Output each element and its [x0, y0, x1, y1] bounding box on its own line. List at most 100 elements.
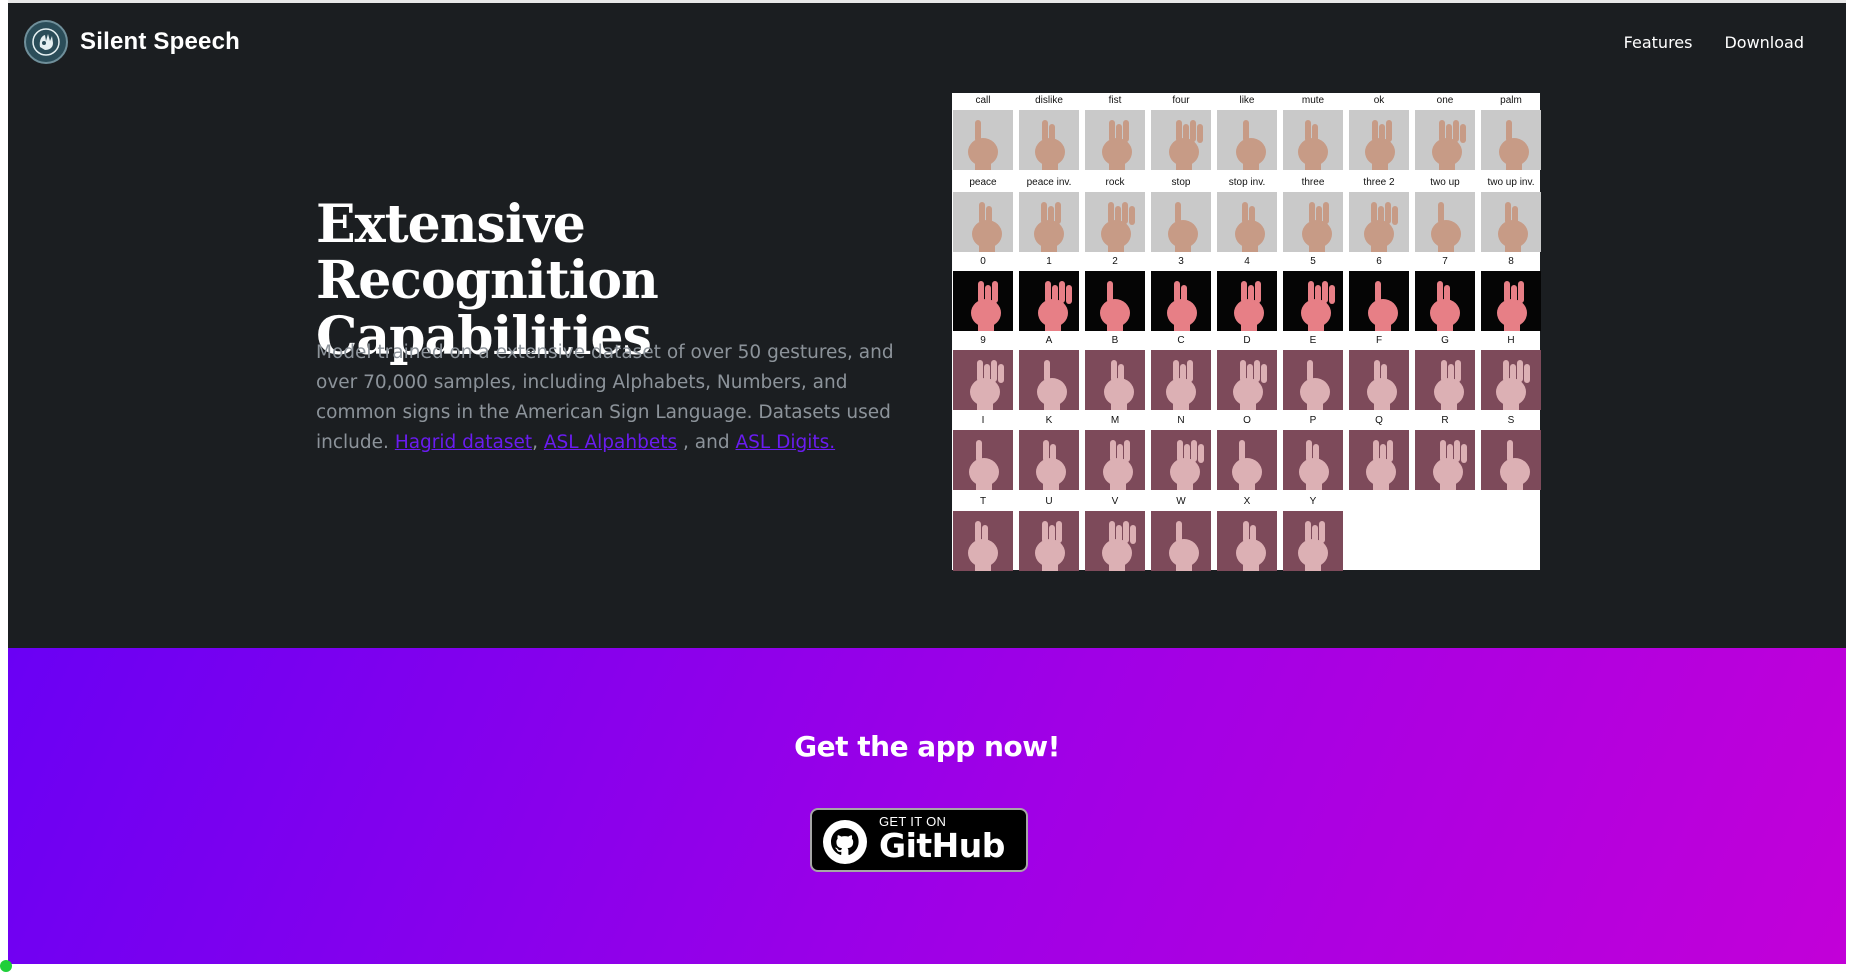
gesture-label: three 2: [1363, 177, 1395, 188]
gesture-label: G: [1441, 335, 1449, 346]
hand-photo: [1085, 511, 1145, 571]
gesture-label: two up inv.: [1487, 177, 1535, 188]
gesture-label: A: [1045, 335, 1053, 346]
hand-photo: [1085, 271, 1145, 331]
gesture-label: V: [1111, 496, 1119, 507]
hagrid-dataset-link[interactable]: Hagrid dataset: [395, 432, 532, 453]
hand-photo: [1283, 271, 1343, 331]
comma-separator: ,: [532, 432, 539, 453]
gesture-label: I: [981, 415, 985, 426]
hand-photo: [1151, 350, 1211, 410]
gesture-samples-image: call dislike fist four like mute ok one palm peac…: [952, 93, 1541, 571]
navbar: Silent Speech Features Download: [8, 3, 1846, 84]
hand-photo: [1019, 350, 1079, 410]
download-section: Get the app now! GET IT ON GitHub: [0, 648, 1846, 972]
gesture-label: 3: [1178, 256, 1184, 267]
hand-photo: [1217, 271, 1277, 331]
hand-photo: [1349, 192, 1409, 252]
gesture-label: B: [1111, 335, 1119, 346]
hand-photo: [1481, 110, 1541, 170]
gesture-label: 6: [1376, 256, 1382, 267]
gesture-label: peace: [969, 177, 997, 188]
hand-photo: [1019, 511, 1079, 571]
hand-photo: [1217, 350, 1277, 410]
nav-link-download[interactable]: Download: [1724, 33, 1804, 52]
gesture-label: R: [1441, 415, 1449, 426]
nav-links: Features Download: [1624, 33, 1804, 52]
gesture-label: three: [1301, 177, 1325, 188]
hand-photo: [1217, 110, 1277, 170]
gesture-label: P: [1309, 415, 1317, 426]
hand-photo: [1349, 430, 1409, 490]
hand-photo: [953, 430, 1013, 490]
hand-photo: [1349, 271, 1409, 331]
gesture-label: 7: [1442, 256, 1448, 267]
gesture-label: call: [975, 95, 991, 106]
hand-photo: [1349, 110, 1409, 170]
hand-sign-logo-icon: [24, 20, 68, 64]
hand-photo: [1283, 110, 1343, 170]
hand-photo: [1481, 192, 1541, 252]
asl-digits-link[interactable]: ASL Digits.: [735, 432, 835, 453]
gesture-label: four: [1172, 95, 1190, 106]
hand-photo: [1085, 192, 1145, 252]
gesture-label: 2: [1112, 256, 1118, 267]
gesture-label: stop inv.: [1228, 177, 1266, 188]
left-window-edge: [0, 0, 8, 964]
gesture-label: S: [1507, 415, 1515, 426]
gesture-label: O: [1243, 415, 1251, 426]
get-it-on-github-button[interactable]: GET IT ON GitHub: [810, 808, 1028, 872]
hand-photo: [1217, 511, 1277, 571]
gesture-label: stop: [1171, 177, 1191, 188]
hand-photo: [1481, 350, 1541, 410]
gesture-label: 1: [1046, 256, 1052, 267]
and-separator: , and: [683, 432, 730, 453]
hand-photo: [1481, 430, 1541, 490]
hand-photo: [1415, 350, 1475, 410]
hand-photo: [1151, 430, 1211, 490]
gesture-label: X: [1243, 496, 1251, 507]
gesture-label: M: [1110, 415, 1120, 426]
hand-photo: [1019, 430, 1079, 490]
hand-photo: [1415, 430, 1475, 490]
gesture-label: palm: [1500, 95, 1522, 106]
hand-photo: [1283, 430, 1343, 490]
gesture-label: mute: [1301, 95, 1325, 106]
gesture-label: U: [1045, 496, 1053, 507]
gesture-label: fist: [1108, 95, 1122, 106]
gesture-label: dislike: [1035, 95, 1063, 106]
gesture-label: N: [1177, 415, 1185, 426]
gesture-label: 8: [1508, 256, 1514, 267]
hand-photo: [1415, 192, 1475, 252]
nav-link-features[interactable]: Features: [1624, 33, 1693, 52]
gesture-label: Y: [1309, 496, 1317, 507]
hand-photo: [953, 511, 1013, 571]
asl-alphabets-link[interactable]: ASL Alpahbets: [544, 432, 677, 453]
features-section: Extensive Recognition Capabilities Model…: [8, 84, 1846, 648]
hand-photo: [1481, 271, 1541, 331]
gesture-label: peace inv.: [1026, 177, 1072, 188]
hand-photo: [1019, 271, 1079, 331]
right-window-edge: [1846, 0, 1850, 964]
gesture-label: 4: [1244, 256, 1250, 267]
hand-photo: [1085, 430, 1145, 490]
hand-photo: [1019, 110, 1079, 170]
page: Silent Speech Features Download Extensiv…: [0, 3, 1846, 972]
gesture-label: W: [1176, 496, 1186, 507]
hand-photo: [1283, 192, 1343, 252]
hand-photo: [1151, 192, 1211, 252]
gesture-label: C: [1177, 335, 1185, 346]
hand-photo: [953, 192, 1013, 252]
hand-photo: [953, 271, 1013, 331]
hand-photo: [1151, 271, 1211, 331]
cta-title: Get the app now!: [794, 730, 1060, 763]
gesture-label: K: [1045, 415, 1053, 426]
side-indicator-dot: [0, 960, 12, 972]
hand-photo: [953, 350, 1013, 410]
gesture-label: D: [1243, 335, 1251, 346]
gesture-label: Q: [1375, 415, 1383, 426]
brand-link[interactable]: Silent Speech: [24, 20, 240, 64]
hand-photo: [1151, 511, 1211, 571]
hand-photo: [953, 110, 1013, 170]
hand-photo: [1415, 110, 1475, 170]
